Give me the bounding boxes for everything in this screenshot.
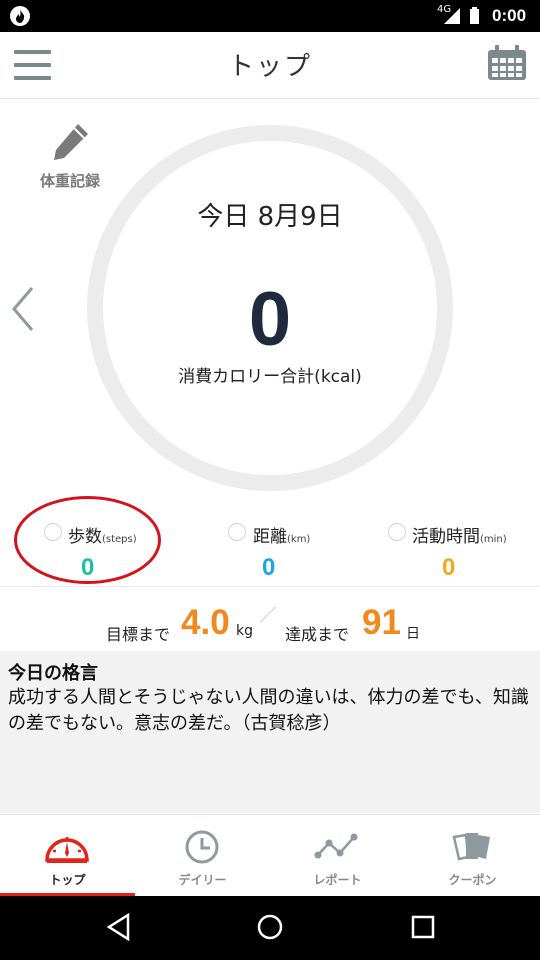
bottom-navigation: トップ デイリー レポート クーポン	[0, 814, 540, 897]
nav-top-label: トップ	[49, 873, 86, 887]
quote-title: 今日の格言	[8, 663, 98, 684]
battery-icon	[470, 7, 479, 24]
distance-unit: (km)	[287, 534, 311, 545]
days-unit: 日	[406, 626, 420, 642]
calendar-icon[interactable]	[487, 45, 527, 81]
days-prefix: 達成まで	[285, 625, 350, 644]
activity-time-label: 活動時間	[412, 527, 480, 547]
flame-notification-icon	[10, 6, 30, 26]
activity-time-unit: (min)	[480, 534, 507, 545]
calorie-label: 消費カロリー合計(kcal)	[178, 367, 362, 387]
app-bar: トップ	[0, 32, 540, 99]
goal-row: 目標まで 4.0 kg 達成まで 91 日	[0, 600, 540, 644]
clock-icon	[185, 830, 219, 864]
nav-coupon[interactable]: クーポン	[405, 815, 540, 897]
daily-quote-panel: 今日の格言 成功する人間とそうじゃない人間の違いは、体力の差でも、知識の差でもな…	[0, 651, 540, 813]
nav-daily[interactable]: デイリー	[135, 815, 270, 897]
signal-icon	[444, 8, 460, 24]
steps-value: 0	[81, 554, 95, 581]
coupon-cards-icon	[452, 833, 490, 861]
goal-weight-value: 4.0	[181, 603, 230, 642]
divider	[0, 586, 540, 587]
activity-time-radio[interactable]	[388, 523, 406, 541]
pencil-icon	[54, 124, 88, 160]
speedometer-icon	[45, 837, 89, 863]
calorie-value: 0	[248, 277, 292, 362]
nav-daily-label: デイリー	[178, 873, 227, 887]
nav-coupon-label: クーポン	[448, 873, 497, 887]
steps-unit: (steps)	[102, 534, 137, 545]
stat-distance: 距離(km) 0	[180, 518, 360, 586]
steps-label: 歩数	[68, 527, 102, 547]
home-icon[interactable]	[255, 912, 285, 942]
weight-record-button[interactable]: 体重記録	[30, 122, 110, 194]
system-navigation-bar	[0, 896, 540, 960]
stat-steps: 歩数(steps) 0	[0, 518, 180, 586]
days-value: 91	[362, 603, 401, 642]
status-bar: 4G 0:00	[0, 0, 540, 32]
page-title: トップ	[227, 52, 312, 82]
goal-separator	[259, 606, 276, 623]
distance-value: 0	[262, 554, 276, 581]
activity-time-value: 0	[442, 554, 456, 581]
steps-radio[interactable]	[44, 523, 62, 541]
previous-day-arrow-icon[interactable]	[8, 286, 38, 332]
recent-apps-icon[interactable]	[408, 912, 438, 942]
distance-radio[interactable]	[228, 523, 246, 541]
line-chart-icon	[314, 833, 358, 859]
nav-report-label: レポート	[313, 873, 362, 887]
quote-body: 成功する人間とそうじゃない人間の違いは、体力の差でも、知識の差でもない。意志の差…	[8, 687, 529, 734]
goal-weight-unit: kg	[236, 623, 253, 639]
back-icon[interactable]	[104, 912, 134, 942]
date-label: 今日 8月9日	[197, 202, 343, 232]
clock: 0:00	[492, 6, 527, 25]
stat-activity-time: 活動時間(min) 0	[360, 518, 540, 586]
weight-record-label: 体重記録	[39, 172, 100, 190]
goal-prefix: 目標まで	[106, 625, 171, 644]
nav-report[interactable]: レポート	[270, 815, 405, 897]
distance-label: 距離	[253, 527, 287, 547]
nav-top[interactable]: トップ	[0, 815, 135, 897]
